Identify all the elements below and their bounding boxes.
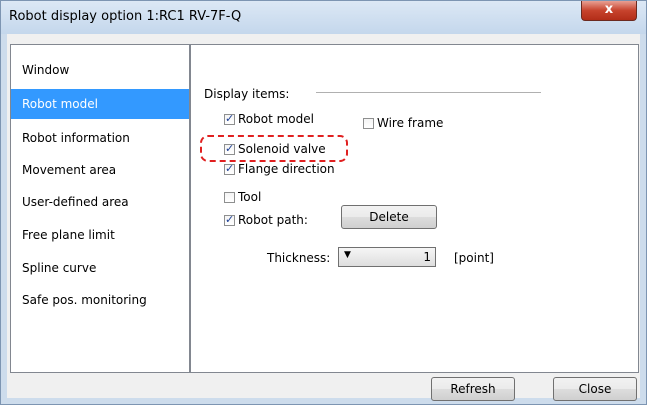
checkbox-unchecked-icon (363, 118, 374, 129)
robot-path-label: Robot path: (238, 213, 308, 227)
dialog-window: Robot display option 1:RC1 RV-7F-Q x Win… (0, 0, 647, 405)
robot-model-checkbox[interactable]: Robot model (224, 111, 314, 127)
display-items-group-label: Display items: (204, 87, 290, 101)
close-button[interactable]: Close (553, 377, 637, 401)
thickness-dropdown[interactable]: ▼ 1 (338, 247, 436, 267)
robot-path-checkbox[interactable]: Robot path: (224, 212, 308, 228)
dialog-footer: Refresh Close (10, 371, 637, 401)
close-icon: x (604, 2, 614, 17)
sidebar-item-robot-model[interactable]: Robot model (11, 89, 189, 119)
checkbox-checked-icon (224, 161, 235, 177)
dialog-client-area: Window Robot model Robot information Mov… (7, 34, 640, 401)
sidebar-item-free-plane-limit[interactable]: Free plane limit (11, 220, 189, 250)
checkbox-unchecked-icon (224, 192, 235, 203)
wire-frame-label: Wire frame (377, 116, 444, 130)
thickness-unit-label: [point] (454, 251, 494, 265)
window-title: Robot display option 1:RC1 RV-7F-Q (9, 9, 242, 24)
checkbox-checked-icon (224, 212, 235, 228)
robot-model-label: Robot model (238, 112, 314, 126)
checkbox-checked-icon (224, 141, 235, 157)
thickness-value: 1 (423, 250, 431, 264)
sidebar-item-window[interactable]: Window (11, 55, 189, 85)
title-bar[interactable]: Robot display option 1:RC1 RV-7F-Q x (1, 1, 646, 34)
sidebar-item-movement-area[interactable]: Movement area (11, 155, 189, 185)
sidebar-item-safe-pos-monitoring[interactable]: Safe pos. monitoring (11, 285, 189, 315)
solenoid-valve-label: Solenoid valve (238, 142, 326, 156)
flange-direction-label: Flange direction (238, 162, 335, 176)
tool-checkbox[interactable]: Tool (224, 189, 261, 205)
thickness-label: Thickness: (267, 251, 331, 265)
close-window-button[interactable]: x (581, 1, 637, 21)
sidebar-item-user-defined-area[interactable]: User-defined area (11, 187, 189, 217)
group-divider (316, 92, 541, 93)
settings-panel: Display items: Robot model Wire frame So… (190, 44, 639, 373)
delete-button[interactable]: Delete (341, 205, 437, 229)
sidebar-item-robot-information[interactable]: Robot information (11, 123, 189, 153)
dropdown-arrow-icon[interactable]: ▼ (344, 250, 351, 260)
checkbox-checked-icon (224, 111, 235, 127)
sidebar-item-spline-curve[interactable]: Spline curve (11, 253, 189, 283)
wire-frame-checkbox[interactable]: Wire frame (363, 115, 443, 131)
tool-label: Tool (238, 190, 262, 204)
solenoid-valve-checkbox[interactable]: Solenoid valve (224, 141, 326, 157)
category-list: Window Robot model Robot information Mov… (10, 44, 190, 373)
flange-direction-checkbox[interactable]: Flange direction (224, 161, 335, 177)
refresh-button[interactable]: Refresh (431, 377, 515, 401)
